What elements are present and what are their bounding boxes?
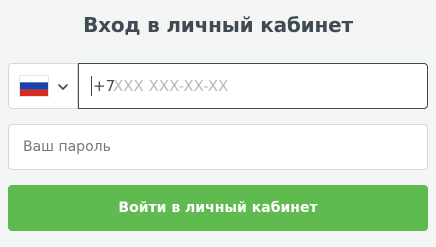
chevron-down-icon bbox=[56, 80, 70, 94]
phone-prefix: +7 bbox=[93, 77, 116, 95]
password-input-box[interactable] bbox=[8, 124, 428, 170]
russia-flag-icon bbox=[19, 75, 49, 97]
phone-input-box[interactable]: +7 bbox=[78, 63, 428, 109]
login-submit-button[interactable]: Войти в личный кабинет bbox=[8, 185, 428, 231]
phone-input[interactable] bbox=[113, 64, 413, 108]
text-cursor bbox=[91, 76, 92, 96]
page-title: Вход в личный кабинет bbox=[83, 13, 353, 37]
phone-field-group: +7 bbox=[8, 63, 428, 109]
password-input[interactable] bbox=[23, 125, 413, 169]
country-code-select[interactable] bbox=[8, 63, 78, 109]
